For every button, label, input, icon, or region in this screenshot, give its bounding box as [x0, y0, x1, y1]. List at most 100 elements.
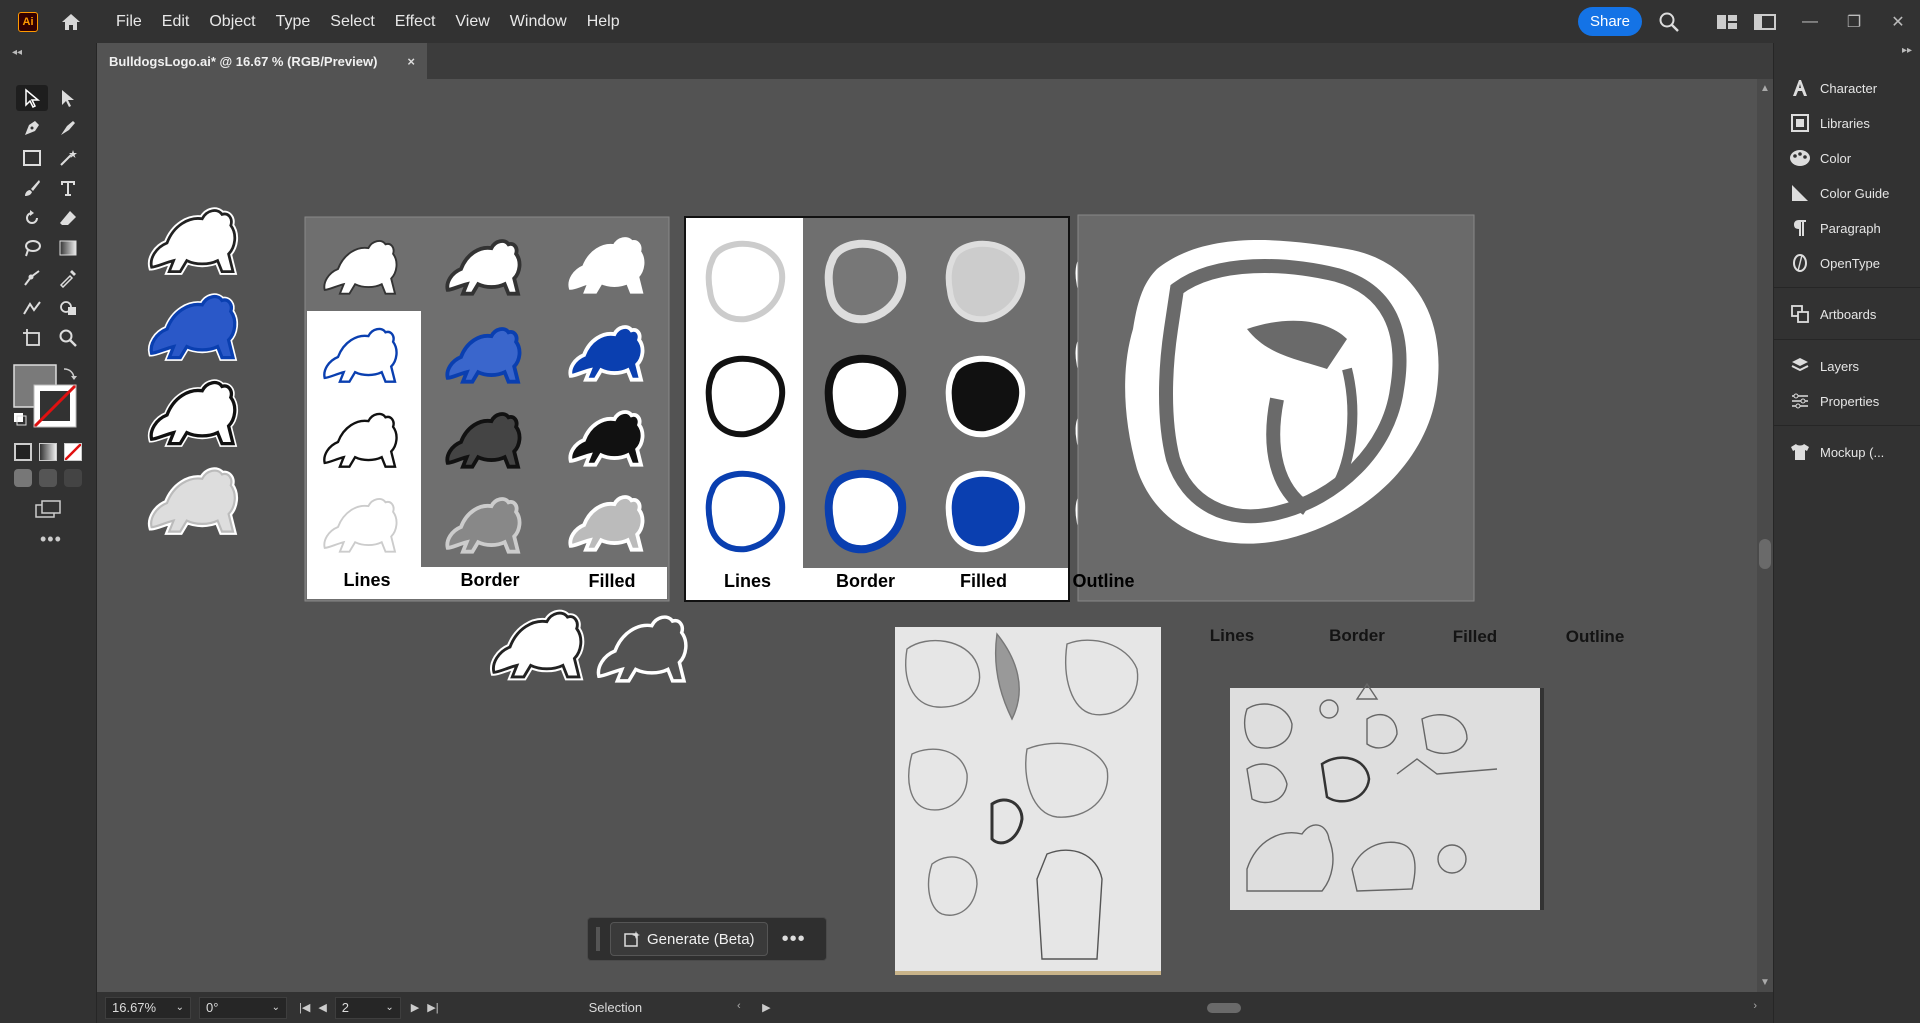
menu-edit[interactable]: Edit	[152, 0, 200, 43]
artboard-3[interactable]	[1077, 214, 1475, 602]
menu-view[interactable]: View	[445, 0, 499, 43]
zoom-dropdown-icon[interactable]: ⌄	[176, 1002, 184, 1013]
taskbar-grip-icon[interactable]	[596, 927, 600, 951]
panel-paragraph[interactable]: Paragraph	[1774, 211, 1920, 245]
color-mode-icon[interactable]	[14, 443, 32, 461]
panel-artboards[interactable]: Artboards	[1774, 297, 1920, 331]
sketch-image-2[interactable]	[1230, 682, 1544, 910]
gradient-tool-icon[interactable]	[52, 235, 84, 261]
draw-normal-icon[interactable]	[14, 469, 32, 487]
artwork: Lines Border Filled Outline	[97, 79, 1624, 975]
fill-stroke-swatches[interactable]	[12, 363, 88, 439]
curvature-tool-icon[interactable]	[52, 115, 84, 141]
menu-help[interactable]: Help	[577, 0, 630, 43]
artboard-tool-icon[interactable]	[16, 325, 48, 351]
panel-color-guide[interactable]: Color Guide	[1774, 176, 1920, 210]
shape-builder-tool-icon[interactable]	[52, 295, 84, 321]
panel-color[interactable]: Color	[1774, 141, 1920, 175]
rectangle-tool-icon[interactable]	[16, 145, 48, 171]
artboard-dropdown-icon[interactable]: ⌄	[385, 1002, 393, 1013]
panel-libraries[interactable]: Libraries	[1774, 106, 1920, 140]
more-options-icon[interactable]: •••	[782, 928, 806, 951]
close-window-icon[interactable]: ✕	[1876, 9, 1920, 35]
generate-button[interactable]: Generate (Beta)	[610, 922, 768, 956]
lasso-tool-icon[interactable]	[16, 235, 48, 261]
scroll-left-icon[interactable]: ‹	[737, 1000, 741, 1012]
panel-mockup[interactable]: Mockup (...	[1774, 435, 1920, 469]
panel-character[interactable]: Character	[1774, 71, 1920, 105]
dog-pair-bottom[interactable]	[493, 613, 688, 683]
draw-behind-icon[interactable]	[39, 469, 57, 487]
restore-icon[interactable]: ❐	[1832, 9, 1876, 35]
rotation-field[interactable]: 0° ⌄	[199, 996, 287, 1019]
zoom-field[interactable]: 16.67% ⌄	[105, 996, 191, 1019]
blend-tool-icon[interactable]	[16, 295, 48, 321]
menu-file[interactable]: File	[106, 0, 152, 43]
sketch-image-1[interactable]	[895, 627, 1161, 975]
search-icon[interactable]	[1654, 7, 1684, 37]
panel-properties[interactable]: Properties	[1774, 384, 1920, 418]
menu-select[interactable]: Select	[320, 0, 384, 43]
mockup-shirt-icon	[1788, 440, 1812, 464]
dog-blue-1[interactable]	[151, 297, 235, 358]
minimize-icon[interactable]: —	[1788, 9, 1832, 35]
selection-tool-icon[interactable]	[16, 85, 48, 111]
none-mode-icon[interactable]	[64, 443, 82, 461]
screen-mode-icon[interactable]	[34, 499, 62, 526]
menu-effect[interactable]: Effect	[385, 0, 446, 43]
rotation-dropdown-icon[interactable]: ⌄	[272, 1002, 280, 1013]
pen-tool-icon[interactable]	[16, 115, 48, 141]
close-tab-icon[interactable]: ×	[407, 54, 415, 69]
workspace-icon[interactable]	[1750, 7, 1780, 37]
horizontal-scroll-thumb[interactable]	[1207, 1003, 1241, 1013]
first-artboard-icon[interactable]: |◀	[299, 1001, 310, 1014]
dog-grey-1[interactable]	[151, 471, 235, 532]
draw-inside-icon[interactable]	[64, 469, 82, 487]
panel-layers[interactable]: Layers	[1774, 349, 1920, 383]
menu-type[interactable]: Type	[266, 0, 321, 43]
libraries-label: Libraries	[1820, 115, 1870, 131]
horizontal-scrollbar[interactable]: ‹ ›	[737, 1000, 1757, 1013]
menu-object[interactable]: Object	[199, 0, 265, 43]
properties-icon	[1788, 389, 1812, 413]
current-tool: Selection	[588, 1000, 643, 1015]
magic-wand-icon[interactable]	[52, 145, 84, 171]
dog-black-1[interactable]	[151, 383, 235, 444]
panel-opentype[interactable]: OpenType	[1774, 246, 1920, 280]
more-tools-icon[interactable]: •••	[40, 529, 62, 550]
last-artboard-icon[interactable]: ▶|	[427, 1001, 438, 1014]
direct-selection-tool-icon[interactable]	[52, 85, 84, 111]
scroll-thumb[interactable]	[1759, 539, 1771, 569]
rotate-tool-icon[interactable]	[16, 205, 48, 231]
share-button[interactable]: Share	[1577, 7, 1642, 36]
collapse-toolbar-icon[interactable]: ◂◂	[12, 47, 22, 58]
vertical-scrollbar[interactable]: ▲ ▼	[1757, 79, 1773, 992]
scroll-up-icon[interactable]: ▲	[1760, 83, 1770, 94]
artboard-number-field[interactable]: 2 ⌄	[334, 996, 401, 1019]
next-artboard-icon[interactable]: ▶	[411, 1001, 419, 1014]
expand-panels-icon[interactable]: ▸▸	[1902, 45, 1912, 56]
type-tool-icon[interactable]	[52, 175, 84, 201]
home-icon[interactable]	[58, 9, 84, 35]
scroll-down-icon[interactable]: ▼	[1760, 977, 1770, 988]
scroll-right-icon[interactable]: ›	[1753, 1000, 1757, 1012]
document-tab[interactable]: BulldogsLogo.ai* @ 16.67 % (RGB/Preview)…	[97, 43, 427, 79]
opentype-label: OpenType	[1820, 255, 1880, 271]
zoom-tool-icon[interactable]	[52, 325, 84, 351]
eyedropper-tool-icon[interactable]	[52, 265, 84, 291]
artboard-number: 2	[341, 1000, 350, 1015]
gradient-mode-icon[interactable]	[39, 443, 57, 461]
dog-white-outline-1[interactable]	[151, 211, 235, 272]
label-outline-ab2: Outline	[1072, 571, 1135, 591]
previous-artboard-icon[interactable]: ◀	[318, 1001, 326, 1014]
puppet-warp-tool-icon[interactable]	[16, 265, 48, 291]
menu-bar: Ai File Edit Object Type Select Effect V…	[0, 0, 1920, 43]
paintbrush-tool-icon[interactable]	[16, 175, 48, 201]
artboard-2[interactable]	[684, 216, 1134, 602]
menu-window[interactable]: Window	[500, 0, 577, 43]
artboard-1[interactable]	[304, 216, 670, 602]
eraser-tool-icon[interactable]	[52, 205, 84, 231]
canvas[interactable]: Lines Border Filled Outline Lines Border…	[97, 79, 1757, 992]
document-tab-bar: BulldogsLogo.ai* @ 16.67 % (RGB/Preview)…	[97, 43, 1773, 79]
arrange-documents-icon[interactable]	[1712, 7, 1742, 37]
